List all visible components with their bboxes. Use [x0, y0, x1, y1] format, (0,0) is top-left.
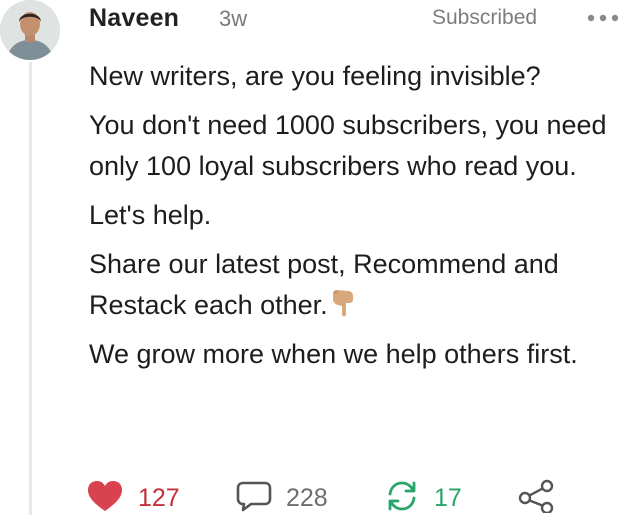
- heart-icon: [86, 479, 124, 515]
- post-paragraph: Let's help.: [89, 200, 212, 230]
- like-count: 127: [138, 484, 180, 512]
- share-button[interactable]: [517, 478, 557, 515]
- like-button[interactable]: 127: [86, 478, 180, 515]
- subscribed-button[interactable]: Subscribed: [432, 5, 537, 31]
- avatar[interactable]: [0, 0, 60, 60]
- comment-button[interactable]: 228: [236, 478, 328, 515]
- action-bar: 127 228 17: [86, 478, 626, 515]
- comment-count: 228: [286, 484, 328, 512]
- pointing-down-hand-icon: [329, 289, 357, 319]
- restack-button[interactable]: 17: [384, 478, 462, 515]
- post-body: New writers, are you feeling invisible? …: [89, 56, 624, 383]
- note-post: Naveen 3w Subscribed New writers, are yo…: [0, 0, 629, 515]
- post-paragraph: New writers, are you feeling invisible?: [89, 61, 541, 91]
- post-paragraph: Share our latest post, Recommend and Res…: [89, 244, 624, 326]
- thread-line: [29, 62, 32, 515]
- post-paragraph-text: Share our latest post, Recommend and Res…: [89, 249, 559, 320]
- avatar-image: [0, 0, 60, 60]
- post-header: Naveen 3w Subscribed: [89, 0, 629, 36]
- share-icon: [517, 479, 557, 515]
- author-name[interactable]: Naveen: [89, 4, 179, 32]
- post-paragraph: We grow more when we help others first.: [89, 339, 578, 369]
- post-time[interactable]: 3w: [219, 5, 247, 33]
- more-options-icon[interactable]: [584, 6, 622, 30]
- comment-bubble-icon: [236, 479, 272, 515]
- restack-count: 17: [434, 484, 462, 512]
- post-paragraph: You don't need 1000 subscribers, you nee…: [89, 110, 607, 181]
- restack-icon: [384, 479, 420, 515]
